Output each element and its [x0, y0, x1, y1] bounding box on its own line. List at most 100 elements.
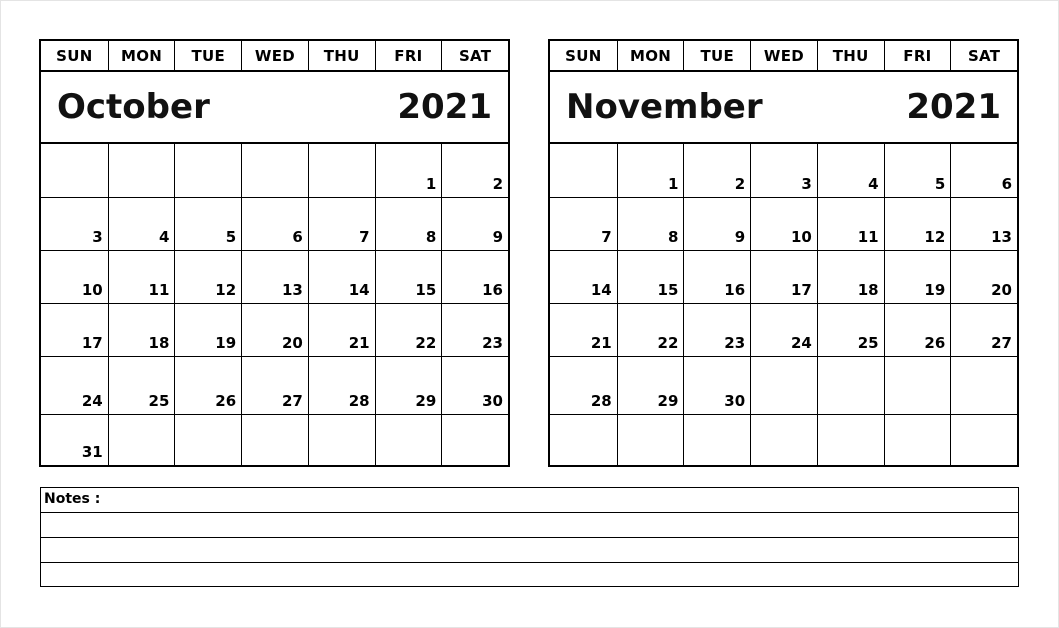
date-cell[interactable]: 16	[683, 250, 751, 303]
date-cell[interactable]: 14	[307, 250, 375, 303]
date-cell[interactable]: 28	[307, 356, 375, 414]
empty-date-cell[interactable]	[174, 144, 241, 197]
date-grid: 1 2 3 4 5 6 7 8 9 10 11 12 13 14 15 16 17 18 19 20 21 22 23 24 2…	[550, 144, 1017, 465]
date-cell[interactable]: 5	[883, 144, 951, 197]
date-cell[interactable]: 22	[374, 303, 442, 356]
empty-date-cell[interactable]	[107, 414, 175, 465]
notes-line[interactable]	[41, 512, 1018, 537]
date-cell[interactable]: 19	[174, 303, 242, 356]
empty-date-cell[interactable]	[241, 144, 308, 197]
date-cell[interactable]: 17	[41, 303, 108, 356]
date-cell[interactable]: 29	[616, 356, 684, 414]
date-cell[interactable]: 17	[750, 250, 817, 303]
date-cell[interactable]: 10	[41, 250, 108, 303]
date-cell[interactable]: 11	[816, 197, 884, 250]
date-cell[interactable]: 12	[883, 197, 951, 250]
weekday-header: FRI	[374, 41, 442, 70]
notes-label: Notes :	[44, 491, 101, 507]
date-cell[interactable]: 29	[374, 356, 442, 414]
date-cell[interactable]: 28	[550, 356, 617, 414]
date-cell[interactable]: 26	[174, 356, 242, 414]
date-cell[interactable]: 7	[550, 197, 617, 250]
empty-date-cell[interactable]	[441, 414, 508, 465]
weekday-header: MON	[616, 41, 684, 70]
empty-date-cell[interactable]	[307, 144, 375, 197]
date-cell[interactable]: 30	[441, 356, 508, 414]
empty-date-cell[interactable]	[883, 414, 951, 465]
date-cell[interactable]: 3	[41, 197, 108, 250]
date-cell[interactable]: 10	[750, 197, 817, 250]
date-cell[interactable]: 27	[241, 356, 308, 414]
date-cell[interactable]: 20	[950, 250, 1017, 303]
empty-date-cell[interactable]	[550, 144, 617, 197]
date-cell[interactable]: 1	[616, 144, 684, 197]
date-cell[interactable]: 21	[307, 303, 375, 356]
empty-date-cell[interactable]	[107, 144, 175, 197]
notes-line[interactable]	[41, 562, 1018, 587]
date-cell[interactable]: 8	[616, 197, 684, 250]
empty-date-cell[interactable]	[950, 356, 1017, 414]
date-cell[interactable]: 13	[950, 197, 1017, 250]
empty-date-cell[interactable]	[816, 414, 884, 465]
date-cell[interactable]: 2	[683, 144, 750, 197]
empty-date-cell[interactable]	[41, 144, 108, 197]
weekday-header: TUE	[683, 41, 750, 70]
date-cell[interactable]: 24	[750, 303, 817, 356]
weekday-header: FRI	[883, 41, 951, 70]
weekday-header: SUN	[565, 46, 602, 65]
date-cell[interactable]: 12	[174, 250, 242, 303]
date-cell[interactable]: 23	[683, 303, 751, 356]
date-cell[interactable]: 25	[816, 303, 884, 356]
weekday-header-row: SUN MON TUE WED THU FRI SAT	[41, 41, 508, 72]
date-cell[interactable]: 15	[374, 250, 442, 303]
empty-date-cell[interactable]	[950, 414, 1017, 465]
calendar-november: SUN MON TUE WED THU FRI SAT November 2021 1234…	[548, 39, 1019, 467]
date-cell[interactable]: 18	[816, 250, 884, 303]
empty-date-cell[interactable]	[174, 414, 242, 465]
date-cell[interactable]: 18	[107, 303, 175, 356]
date-cell[interactable]: 19	[883, 250, 951, 303]
date-cell[interactable]: 30	[683, 356, 751, 414]
empty-date-cell[interactable]	[683, 414, 751, 465]
empty-date-cell[interactable]	[550, 414, 617, 465]
month-name: October	[57, 87, 210, 127]
date-cell[interactable]: 9	[441, 197, 508, 250]
date-cell[interactable]: 3	[750, 144, 817, 197]
date-cell[interactable]: 15	[616, 250, 684, 303]
empty-date-cell[interactable]	[816, 356, 884, 414]
date-cell[interactable]: 4	[816, 144, 884, 197]
date-cell[interactable]: 22	[616, 303, 684, 356]
date-cell[interactable]: 2	[441, 144, 508, 197]
date-cell[interactable]: 24	[41, 356, 108, 414]
date-cell[interactable]: 26	[883, 303, 951, 356]
date-cell[interactable]: 16	[441, 250, 508, 303]
date-cell[interactable]: 6	[241, 197, 308, 250]
weekday-header: SUN	[56, 46, 93, 65]
date-cell[interactable]: 8	[374, 197, 442, 250]
date-cell[interactable]: 25	[107, 356, 175, 414]
notes-line[interactable]: Notes :	[41, 488, 1018, 512]
date-cell[interactable]: 20	[241, 303, 308, 356]
empty-date-cell[interactable]	[307, 414, 375, 465]
date-cell[interactable]: 5	[174, 197, 242, 250]
notes-line[interactable]	[41, 537, 1018, 562]
date-cell[interactable]: 1	[374, 144, 442, 197]
empty-date-cell[interactable]	[241, 414, 308, 465]
date-cell[interactable]: 7	[307, 197, 375, 250]
empty-date-cell[interactable]	[374, 414, 442, 465]
date-cell[interactable]: 27	[950, 303, 1017, 356]
date-cell[interactable]: 13	[241, 250, 308, 303]
date-cell[interactable]: 11	[107, 250, 175, 303]
date-cell[interactable]: 9	[683, 197, 751, 250]
date-cell[interactable]: 4	[107, 197, 175, 250]
date-cell[interactable]: 21	[550, 303, 617, 356]
month-name: November	[566, 87, 763, 127]
date-cell[interactable]: 31	[41, 414, 108, 465]
empty-date-cell[interactable]	[750, 414, 817, 465]
date-cell[interactable]: 14	[550, 250, 617, 303]
empty-date-cell[interactable]	[750, 356, 817, 414]
empty-date-cell[interactable]	[616, 414, 684, 465]
date-cell[interactable]: 6	[950, 144, 1017, 197]
date-cell[interactable]: 23	[441, 303, 508, 356]
empty-date-cell[interactable]	[883, 356, 951, 414]
